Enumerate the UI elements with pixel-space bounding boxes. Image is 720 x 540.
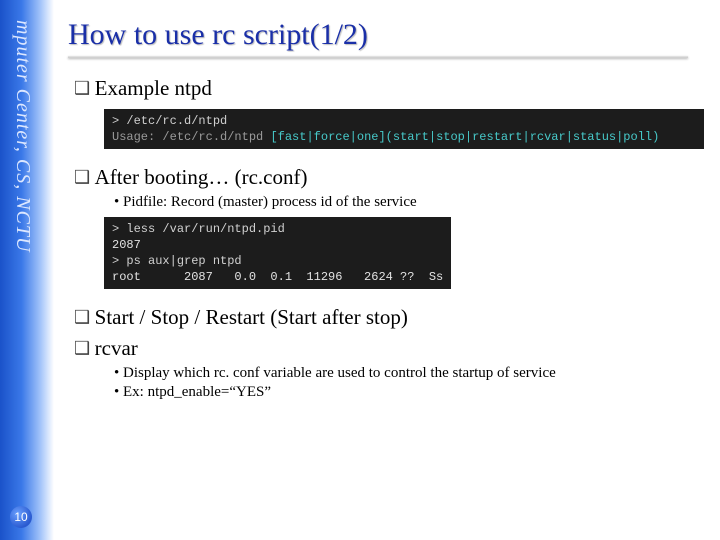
title-underline	[68, 56, 688, 58]
bullet-rcvar-display: Display which rc. conf variable are used…	[114, 365, 708, 382]
section-heading-start-stop-restart: Start / Stop / Restart (Start after stop…	[74, 305, 708, 330]
terminal-pid-ps: > less /var/run/ntpd.pid 2087 > ps aux|g…	[104, 217, 451, 289]
term-command: ps aux|grep ntpd	[126, 254, 241, 268]
term-usage-label: Usage:	[112, 130, 162, 144]
section-heading-after-booting: After booting… (rc.conf)	[74, 165, 708, 190]
terminal-ntpd-usage: > /etc/rc.d/ntpd Usage: /etc/rc.d/ntpd […	[104, 109, 704, 149]
term-prompt: >	[112, 114, 126, 128]
term-command: /etc/rc.d/ntpd	[126, 114, 227, 128]
section-heading-example-ntpd: Example ntpd	[74, 76, 708, 101]
term-usage-path: /etc/rc.d/ntpd	[162, 130, 270, 144]
section-heading-rcvar: rcvar	[74, 336, 708, 361]
slide-title: How to use rc script(1/2)	[68, 18, 708, 52]
slide-content: How to use rc script(1/2) Example ntpd >…	[68, 18, 708, 407]
term-output: root 2087 0.0 0.1 11296 2624 ?? Ss	[112, 270, 443, 284]
term-output: 2087	[112, 238, 141, 252]
sidebar-label: mputer Center, CS, NCTU	[6, 20, 34, 280]
page-number-badge: 10	[10, 506, 32, 528]
term-command: less /var/run/ntpd.pid	[126, 222, 284, 236]
term-usage-opts: [fast|force|one](start|stop|restart|rcva…	[270, 130, 659, 144]
term-prompt: >	[112, 222, 126, 236]
bullet-rcvar-example: Ex: ntpd_enable=“YES”	[114, 384, 708, 401]
bullet-pidfile: Pidfile: Record (master) process id of t…	[114, 194, 708, 211]
term-prompt: >	[112, 254, 126, 268]
